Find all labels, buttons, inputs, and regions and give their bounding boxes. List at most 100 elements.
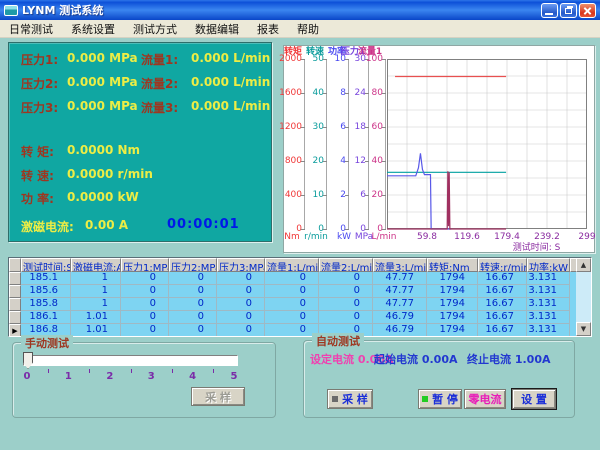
column-header[interactable]: 流量2:L/min	[319, 258, 373, 272]
auto-sample-button[interactable]: 采 样	[327, 389, 373, 409]
table-cell: 0	[319, 311, 373, 324]
column-header[interactable]: 测试时间:S	[21, 258, 71, 272]
table-scrollbar[interactable]: ▲▼	[576, 258, 591, 336]
slider-minor-tick	[48, 369, 49, 373]
x-axis-title: 测试时间: S	[489, 243, 584, 253]
y-axis-line	[368, 59, 369, 229]
table-cell: 0	[265, 324, 319, 337]
table-cell: 1.01	[71, 311, 121, 324]
table-row[interactable]: 185.810000047.77179416.673.131	[9, 298, 591, 311]
table-cell: 16.67	[478, 298, 527, 311]
y-axis-tick-label: 1200	[279, 122, 302, 132]
x-axis-tick-label: 299	[570, 232, 600, 242]
table-row[interactable]: ▶186.81.010000046.79179416.673.131	[9, 324, 591, 337]
table-cell: 1794	[427, 311, 478, 324]
pause-indicator-icon	[422, 396, 428, 402]
table-cell: 0	[319, 272, 373, 285]
elapsed-timer: 00:00:01	[167, 217, 240, 232]
column-header[interactable]: 转速:r/min	[478, 258, 527, 272]
table-cell: 0	[169, 285, 217, 298]
column-header[interactable]: 功率:kW	[527, 258, 570, 272]
table-cell: 1794	[427, 324, 478, 337]
column-header[interactable]: 激磁电流:A	[71, 258, 121, 272]
menu-help[interactable]: 帮助	[288, 20, 328, 37]
slider-tick-label: 4	[186, 371, 200, 382]
row-selector-cell[interactable]	[9, 272, 21, 285]
y-axis-line	[326, 59, 327, 229]
menu-data-edit[interactable]: 数据编辑	[186, 20, 248, 37]
slider-tick-label: 1	[61, 371, 75, 382]
y-axis-tick-mark	[382, 59, 386, 60]
pause-button[interactable]: 暂 停	[418, 389, 462, 409]
column-header[interactable]: 流量1:L/min	[265, 258, 319, 272]
x-axis-tick-label: 179.4	[490, 232, 524, 242]
table-cell: 16.67	[478, 311, 527, 324]
column-header[interactable]: 压力1:MPa	[121, 258, 169, 272]
table-cell: 47.77	[373, 272, 427, 285]
zero-current-button[interactable]: 零电流	[464, 389, 506, 409]
y-axis-tick-label: 80	[360, 88, 383, 98]
row-selector-cell[interactable]	[9, 298, 21, 311]
table-row[interactable]: 186.11.010000046.79179416.673.131	[9, 311, 591, 324]
table-row[interactable]: 185.110000047.77179416.673.131	[9, 272, 591, 285]
row-selector-cell[interactable]: ▶	[9, 324, 21, 337]
column-header[interactable]: 压力3:MPa	[217, 258, 265, 272]
column-header[interactable]: 转矩:Nm	[427, 258, 478, 272]
x-axis-tick-label: 239.2	[530, 232, 564, 242]
pressure1-value: 0.000 MPa	[67, 51, 138, 65]
table-cell: 1	[71, 298, 121, 311]
row-selector-cell[interactable]	[9, 311, 21, 324]
torque-value: 0.0000 Nm	[67, 143, 140, 157]
table-cell: 1	[71, 285, 121, 298]
auto-test-title: 自动测试	[312, 333, 364, 349]
auto-test-group: 自动测试 设定电流 0.00A 起始电流 0.00A 终止电流 1.00A 采 …	[303, 340, 575, 418]
table-cell: 0	[121, 324, 169, 337]
table-cell: 1794	[427, 298, 478, 311]
y-axis-tick-label: 20	[301, 156, 324, 166]
current-slider-track[interactable]	[23, 355, 238, 366]
start-current-field: 起始电流 0.00A	[374, 351, 458, 367]
settings-button[interactable]: 设 置	[512, 389, 556, 409]
app-icon	[4, 5, 18, 16]
series-压力1	[387, 171, 506, 229]
window-title: LYNM 测试系统	[22, 2, 541, 18]
scroll-up-button[interactable]: ▲	[576, 258, 591, 272]
table-cell: 0	[217, 285, 265, 298]
menu-system-setup[interactable]: 系统设置	[62, 20, 124, 37]
flow1-label: 流量1:	[141, 51, 178, 68]
slider-minor-tick	[89, 369, 90, 373]
manual-test-group: 手动测试 012345 采 样	[12, 342, 276, 418]
column-header[interactable]: 流量3:L/min	[373, 258, 427, 272]
y-axis-tick-label: 800	[279, 156, 302, 166]
row-selector-header[interactable]	[9, 258, 21, 272]
slider-tick-label: 0	[20, 371, 34, 382]
table-cell: 46.79	[373, 311, 427, 324]
menu-daily-test[interactable]: 日常测试	[0, 20, 62, 37]
menu-test-mode[interactable]: 测试方式	[124, 20, 186, 37]
row-selector-cell[interactable]	[9, 285, 21, 298]
minimize-button[interactable]	[541, 3, 558, 18]
close-button[interactable]	[579, 3, 596, 18]
sample-indicator-icon	[332, 396, 338, 402]
pressure1-label: 压力1:	[21, 51, 58, 68]
menu-bar: 日常测试 系统设置 测试方式 数据编辑 报表 帮助	[0, 20, 600, 38]
x-axis-tick-label: 119.6	[450, 232, 484, 242]
table-cell: 1794	[427, 285, 478, 298]
minimize-icon	[545, 13, 553, 15]
column-header[interactable]: 压力2:MPa	[169, 258, 217, 272]
restore-button[interactable]	[560, 3, 577, 18]
table-row[interactable]: 185.610000047.77179416.673.131	[9, 285, 591, 298]
flow1-value: 0.000 L/min	[191, 51, 270, 65]
scroll-down-button[interactable]: ▼	[576, 322, 591, 336]
table-cell: 0	[217, 272, 265, 285]
table-cell: 0	[319, 298, 373, 311]
title-bar[interactable]: LYNM 测试系统	[0, 0, 600, 20]
current-slider-thumb[interactable]	[23, 352, 33, 369]
manual-sample-button[interactable]: 采 样	[191, 387, 245, 406]
y-axis-tick-mark	[382, 93, 386, 94]
y-axis-unit: L/min	[367, 232, 401, 242]
menu-report[interactable]: 报表	[248, 20, 288, 37]
y-axis-tick-mark	[382, 161, 386, 162]
speed-value: 0.0000 r/min	[67, 167, 153, 181]
table-header-row: 测试时间:S激磁电流:A压力1:MPa压力2:MPa压力3:MPa流量1:L/m…	[9, 258, 591, 272]
